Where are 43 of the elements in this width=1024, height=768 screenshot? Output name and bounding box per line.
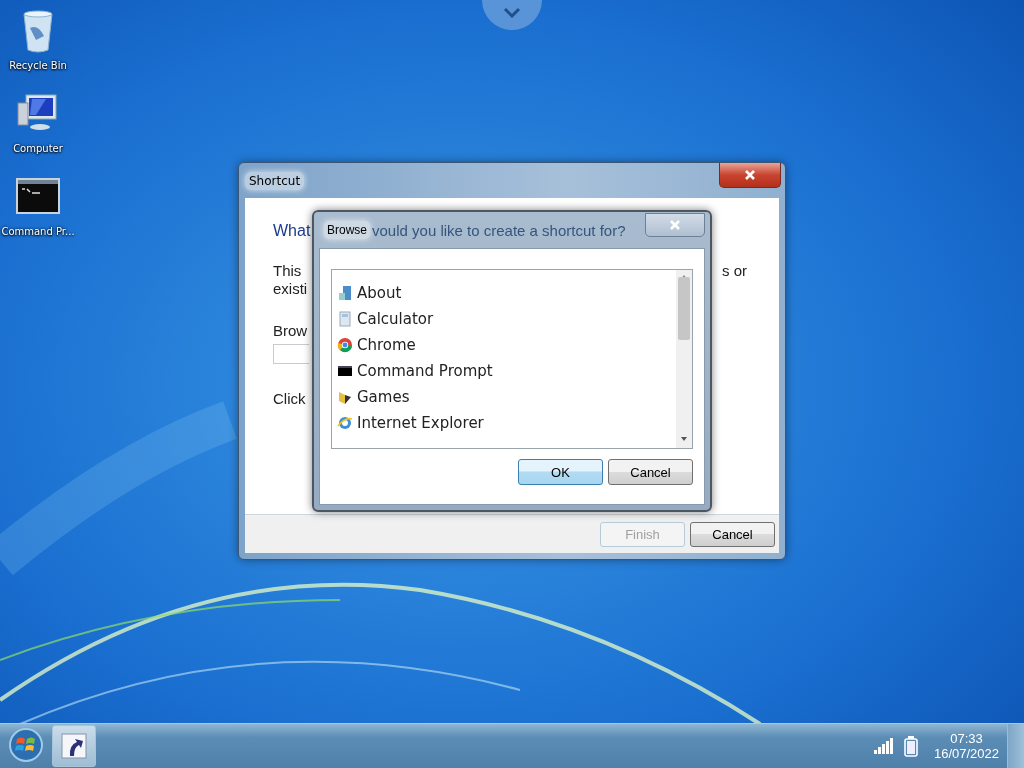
games-icon <box>337 389 353 405</box>
path-field[interactable] <box>273 344 309 364</box>
wizard-button[interactable]: Cancel <box>690 521 775 547</box>
close-button[interactable] <box>719 163 781 188</box>
instruction-text: Click <box>273 390 306 408</box>
program-list-item[interactable]: Chrome <box>337 332 676 358</box>
description-text: existi <box>273 280 308 298</box>
wizard-heading: vould you like to create a shortcut for? <box>372 221 626 239</box>
windows-logo-icon <box>8 726 44 763</box>
chrome-icon <box>337 337 353 353</box>
program-list-item[interactable]: Calculator <box>337 306 676 332</box>
signal-icon <box>872 738 894 754</box>
close-icon <box>744 169 756 181</box>
calculator-icon <box>337 311 353 327</box>
taskbar-app-button[interactable] <box>52 725 96 767</box>
battery-icon <box>903 735 918 757</box>
dialog-button[interactable]: OK <box>518 459 603 485</box>
dialog-title: Browse <box>324 221 370 239</box>
scrollbar-thumb[interactable] <box>678 276 690 340</box>
desktop-icon-label[interactable]: Recycle Bin <box>9 60 67 71</box>
clock-date[interactable]: 16/07/2022 <box>933 746 999 761</box>
wizard-heading: What <box>273 222 311 239</box>
dialog-button[interactable]: Cancel <box>608 459 693 485</box>
desktop-icon-label[interactable]: Computer <box>13 143 63 154</box>
scroll-down-icon <box>680 436 688 442</box>
computer-icon <box>16 93 60 133</box>
chevron-down-icon <box>503 7 521 18</box>
window-title: Shortcut <box>245 171 305 190</box>
program-list-item[interactable]: Games <box>337 384 676 410</box>
program-list-item[interactable]: Command Prompt <box>337 358 676 384</box>
program-list-item[interactable]: Internet Explorer <box>337 410 676 436</box>
program-list-item[interactable]: About <box>337 280 676 306</box>
close-button[interactable] <box>645 213 705 237</box>
console-icon <box>16 178 60 214</box>
close-icon <box>669 219 681 231</box>
description-text: This <box>273 262 302 280</box>
clock-time[interactable]: 07:33 <box>950 731 983 746</box>
computer-icon <box>337 285 353 301</box>
console-icon <box>337 363 353 379</box>
field-label: Brow <box>273 322 308 340</box>
globe-icon <box>337 415 353 431</box>
desktop-icon-label[interactable]: Command Pr... <box>1 226 75 237</box>
description-text: s or <box>722 262 747 280</box>
